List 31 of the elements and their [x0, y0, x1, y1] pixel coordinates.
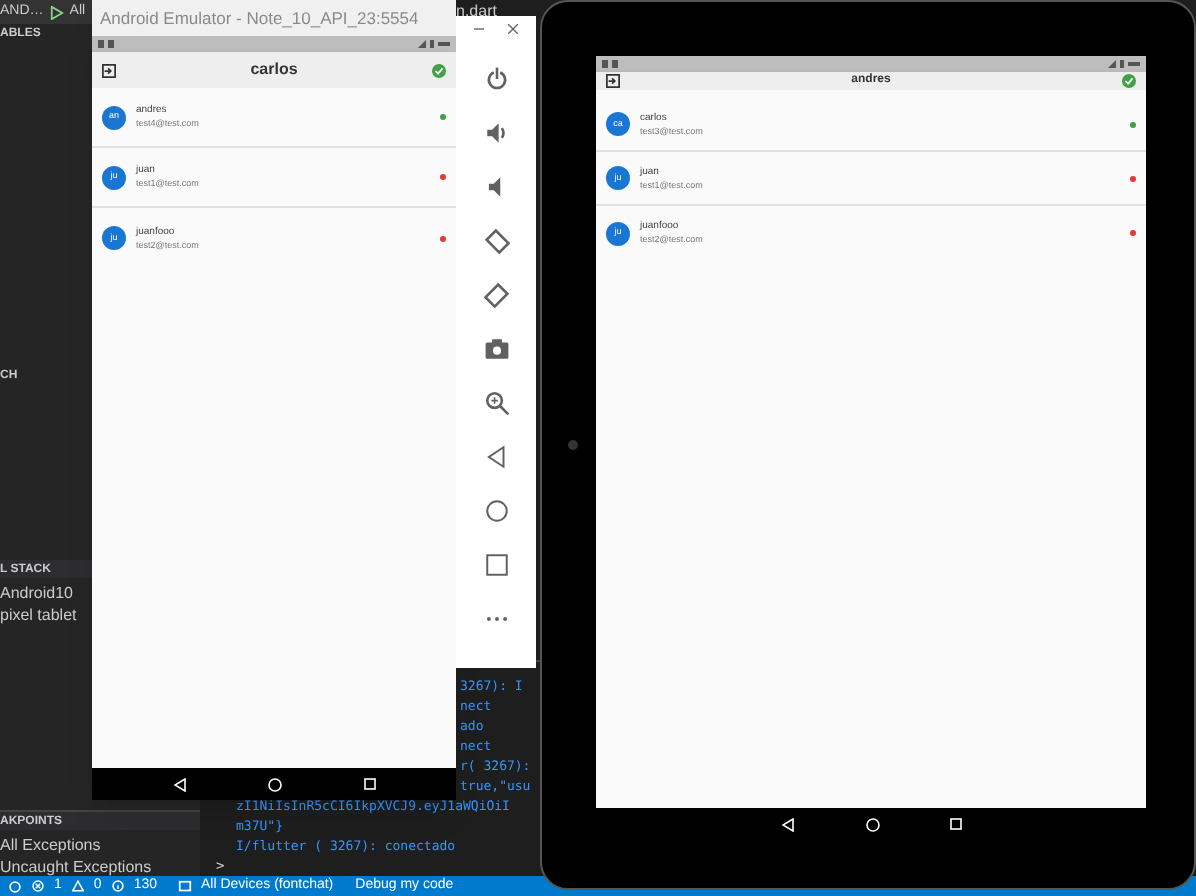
- breakpoint-item[interactable]: All Exceptions: [0, 834, 101, 858]
- exit-icon[interactable]: [606, 74, 620, 88]
- back-icon[interactable]: [483, 444, 509, 470]
- exit-icon[interactable]: [102, 63, 116, 77]
- camera-icon[interactable]: [483, 336, 509, 362]
- close-icon[interactable]: [508, 24, 518, 34]
- editor-tab[interactable]: n.dart: [456, 0, 497, 24]
- call-stack-item[interactable]: pixel tablet: [0, 604, 77, 628]
- play-icon[interactable]: [49, 5, 64, 19]
- signal-battery-icons: [418, 40, 450, 48]
- error-icon[interactable]: [32, 880, 44, 892]
- minimize-icon[interactable]: [474, 24, 484, 34]
- warning-icon[interactable]: [71, 880, 84, 892]
- notification-icons: [602, 60, 618, 68]
- home-icon[interactable]: [483, 498, 509, 524]
- camera-lens: [568, 440, 578, 450]
- notification-icons: [98, 40, 114, 48]
- overview-icon[interactable]: [483, 552, 509, 578]
- recents-icon[interactable]: [950, 818, 962, 830]
- volume-up-icon[interactable]: [483, 120, 509, 146]
- window-title: Android Emulator - Note_10_API_23:5554: [98, 5, 421, 32]
- recents-icon[interactable]: [363, 778, 375, 790]
- back-icon[interactable]: [782, 817, 794, 831]
- signal-battery-icons: [1108, 60, 1140, 68]
- power-icon[interactable]: [483, 66, 509, 92]
- app-title: carlos: [250, 58, 298, 82]
- info-icon[interactable]: [111, 880, 124, 892]
- back-icon[interactable]: [173, 777, 185, 791]
- call-stack-item[interactable]: Android10: [0, 582, 73, 606]
- breakpoint-item[interactable]: Uncaught Exceptions: [0, 856, 152, 880]
- zoom-icon[interactable]: [483, 390, 509, 416]
